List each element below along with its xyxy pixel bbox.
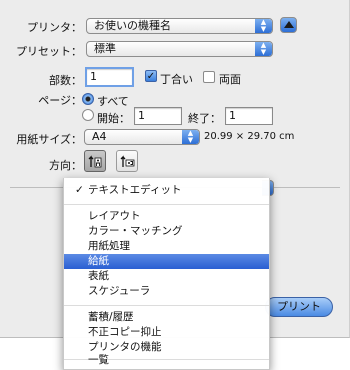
menu-item-paper-feed[interactable]: 給紙 (64, 254, 269, 269)
menu-separator (64, 305, 269, 306)
print-button-label: プリント (277, 300, 321, 313)
pages-to-input[interactable]: 1 (225, 107, 273, 125)
copies-label: 部数： (49, 74, 82, 87)
pages-from-label: 開始： (97, 112, 130, 125)
menu-item-label: 給紙 (88, 255, 109, 267)
menu-item-color-matching[interactable]: カラー・マッチング (64, 224, 269, 239)
pane-menu: ✓ テキストエディット レイアウト カラー・マッチング 用紙処理 給紙 表紙 ス… (63, 178, 270, 370)
landscape-orientation-icon (120, 155, 135, 167)
pages-from-input[interactable]: 1 (134, 107, 182, 125)
checkmark-icon: ✓ (75, 184, 84, 196)
menu-item-storage-history[interactable]: 蓄積/履歴 (64, 310, 269, 325)
menu-item-paper-handling[interactable]: 用紙処理 (64, 239, 269, 254)
menu-item-label: スケジューラ (88, 285, 151, 297)
pages-label: ページ： (38, 94, 82, 107)
preset-label: プリセット： (16, 45, 82, 58)
menu-item-label: レイアウト (88, 210, 141, 222)
menu-item-label: カラー・マッチング (88, 225, 183, 237)
menu-item-label: 不正コピー抑止 (88, 326, 162, 338)
printer-popup[interactable]: お使いの機種名 ▲ ▼ (86, 18, 273, 34)
duplex-checkbox[interactable] (203, 71, 215, 83)
preset-value: 標準 (94, 42, 116, 55)
portrait-orientation-icon (88, 155, 102, 168)
pages-all-label: すべて (97, 95, 129, 108)
menu-item-textedit[interactable]: ✓ テキストエディット (64, 183, 269, 198)
preset-popup[interactable]: 標準 ▲ ▼ (86, 41, 273, 57)
orientation-label: 方向： (49, 159, 82, 172)
popup-arrows-icon: ▲ ▼ (255, 19, 272, 33)
paper-size-value: A4 (92, 130, 107, 143)
collate-label: 丁合い (160, 73, 193, 86)
landscape-button[interactable] (116, 150, 138, 172)
menu-item-label: テキストエディット (88, 184, 182, 196)
popup-arrows-icon: ▲ ▼ (255, 42, 272, 56)
copies-input[interactable]: 1 (85, 67, 134, 87)
duplex-label: 両面 (219, 73, 241, 86)
printer-value: お使いの機種名 (94, 19, 171, 32)
paper-size-label: 用紙サイズ： (16, 133, 82, 146)
menu-item-summary[interactable]: 一覧 (64, 353, 269, 368)
menu-item-label: 用紙処理 (88, 240, 130, 252)
portrait-button[interactable] (84, 150, 106, 172)
menu-separator (64, 204, 269, 205)
menu-item-label: 一覧 (88, 354, 109, 366)
paper-size-popup[interactable]: A4 ▲ ▼ (84, 129, 200, 145)
menu-item-cover-page[interactable]: 表紙 (64, 269, 269, 284)
pages-range-radio[interactable] (82, 109, 94, 121)
menu-item-scheduler[interactable]: スケジューラ (64, 284, 269, 299)
disclosure-triangle-icon (284, 21, 294, 28)
pages-all-radio[interactable] (82, 93, 94, 105)
popup-arrows-icon: ▲ ▼ (182, 130, 199, 144)
menu-item-label: 表紙 (88, 270, 109, 282)
menu-item-label: プリンタの機能 (88, 341, 162, 353)
menu-item-label: 蓄積/履歴 (88, 311, 134, 323)
menu-item-layout[interactable]: レイアウト (64, 209, 269, 224)
print-button[interactable]: プリント (265, 297, 333, 317)
menu-item-copy-guard[interactable]: 不正コピー抑止 (64, 325, 269, 340)
paper-dimensions: 20.99 × 29.70 cm (204, 131, 295, 142)
collate-checkbox[interactable]: ✓ (145, 70, 157, 82)
printer-label: プリンタ： (27, 21, 82, 34)
disclosure-button[interactable] (280, 17, 297, 33)
pages-to-label: 終了： (188, 112, 221, 125)
